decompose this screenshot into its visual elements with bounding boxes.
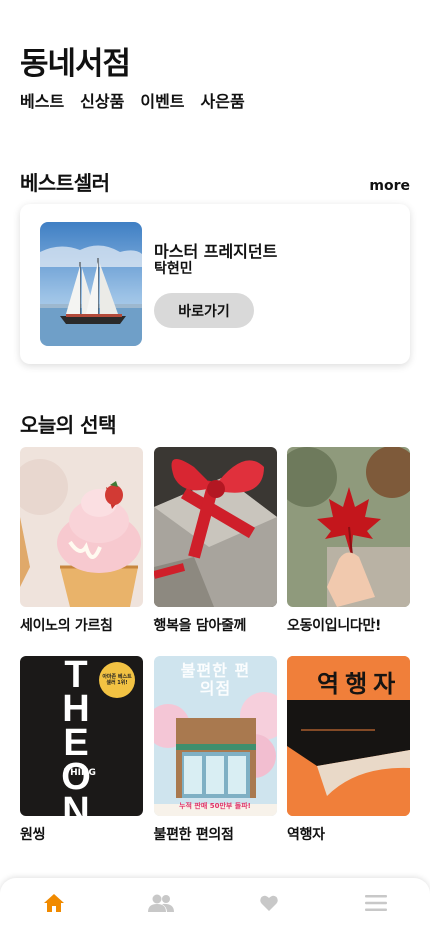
cover-subtitle: THING (64, 768, 96, 778)
bottom-nav (0, 878, 430, 932)
pick-item[interactable]: 세이노의 가르침 (20, 447, 143, 635)
nav-event[interactable]: 이벤트 (140, 91, 184, 113)
pick-label: 세이노의 가르침 (20, 618, 113, 634)
home-icon (43, 894, 64, 916)
bestseller-title: 베스트셀러 (20, 171, 110, 195)
nav-best[interactable]: 베스트 (20, 91, 64, 113)
maple-leaf-image (287, 447, 410, 607)
cover-band: 누적 판매 50만부 돌파! (179, 802, 251, 810)
cover-title: 역행자 (317, 670, 402, 698)
bestseller-header: 베스트셀러 more (20, 167, 410, 196)
app-title: 동네서점 (20, 46, 131, 82)
pick-row-2: 아마존 베스트셀러 1위! THE ONE THING 원씽 불편한 편의점 (20, 656, 410, 844)
the-one-thing-cover: 아마존 베스트셀러 1위! THE ONE THING (20, 656, 143, 816)
cover-title: 불편한 편의점 (180, 661, 251, 698)
pick-label: 역행자 (287, 827, 325, 843)
book-author: 탁현민 (154, 261, 193, 277)
cover-badge: 아마존 베스트셀러 1위! (99, 662, 135, 698)
go-button[interactable]: 바로가기 (154, 293, 254, 328)
cover-title: THE ONE (61, 656, 91, 816)
pick-item[interactable]: 행복을 담아줄께 (153, 447, 277, 635)
todays-pick-title: 오늘의 선택 (20, 413, 116, 437)
more-link[interactable]: more (369, 178, 410, 194)
todays-pick-header: 오늘의 선택 (20, 409, 410, 438)
pick-label: 원씽 (20, 827, 46, 843)
pick-item[interactable]: 불편한 편의점 누적 판매 50만부 돌파! 불편한 편의점 (153, 656, 277, 844)
nav-people[interactable] (131, 885, 191, 925)
pick-label: 불편한 편의점 (153, 827, 234, 843)
heart-icon (260, 895, 278, 915)
pick-item[interactable]: 아마존 베스트셀러 1위! THE ONE THING 원씽 (20, 656, 143, 844)
nav-home[interactable] (24, 885, 84, 925)
top-nav: 베스트 신상품 이벤트 사은품 (20, 91, 245, 113)
people-icon (148, 894, 175, 916)
pick-row-1: 세이노의 가르침 행복을 담아줄께 오동이입니다만! (20, 447, 410, 635)
book-cover-image (40, 222, 142, 346)
pick-item[interactable]: 오동이입니다만! (287, 447, 410, 635)
nav-new[interactable]: 신상품 (80, 91, 124, 113)
pick-label: 행복을 담아줄께 (153, 618, 247, 634)
header: 동네서점 (20, 44, 131, 84)
nav-menu[interactable] (346, 885, 406, 925)
gift-box-image (153, 447, 277, 607)
convenience-store-cover: 불편한 편의점 누적 판매 50만부 돌파! (153, 656, 277, 816)
nav-gift[interactable]: 사은품 (201, 91, 245, 113)
cupcake-image (20, 447, 143, 607)
pick-item[interactable]: 역행자 역행자 (287, 656, 410, 844)
menu-icon (365, 895, 388, 915)
nav-favorites[interactable] (239, 885, 299, 925)
reverse-cover: 역행자 (287, 656, 410, 816)
bestseller-card[interactable]: 마스터 프레지던트 탁현민 바로가기 (20, 204, 410, 364)
pick-label: 오동이입니다만! (287, 618, 382, 634)
